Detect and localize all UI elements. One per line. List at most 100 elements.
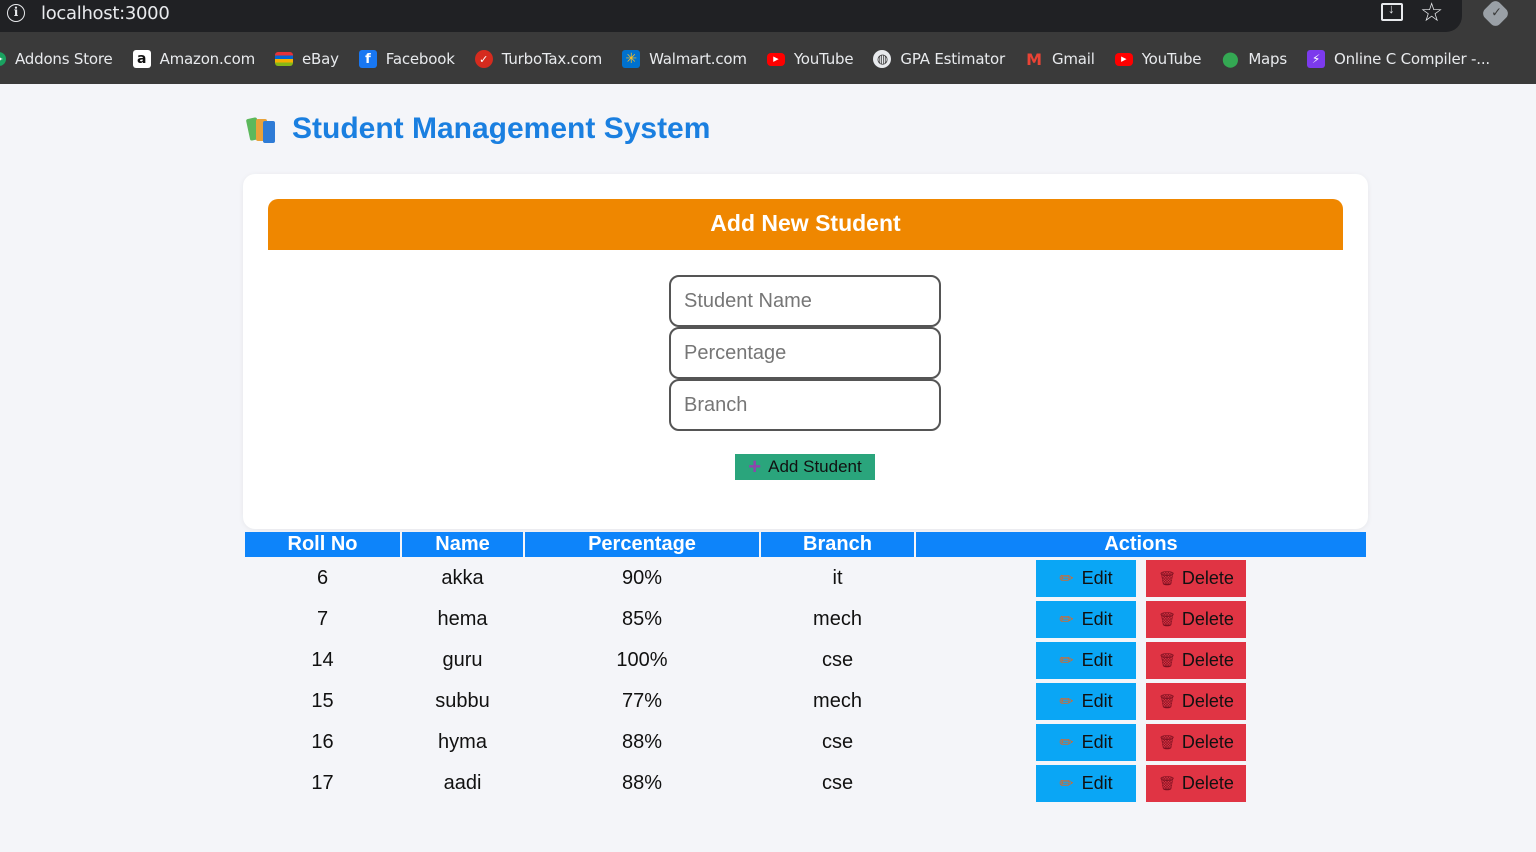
pencil-icon: ✏ bbox=[1059, 732, 1074, 752]
branch-input[interactable] bbox=[669, 379, 941, 431]
globe-icon: ◍ bbox=[873, 50, 892, 68]
percentage-input[interactable] bbox=[669, 327, 941, 379]
cell-actions: ✏ Edit 🗑 Delete bbox=[916, 723, 1366, 762]
pencil-icon: ✏ bbox=[1059, 568, 1074, 588]
edit-button[interactable]: ✏ Edit bbox=[1036, 601, 1136, 638]
bookmark-label: Maps bbox=[1248, 50, 1287, 68]
delete-button[interactable]: 🗑 Delete bbox=[1146, 601, 1246, 638]
cell-name: subbu bbox=[435, 690, 490, 712]
bookmark-youtube-1[interactable]: ▶ YouTube bbox=[766, 50, 854, 68]
add-student-button[interactable]: + Add Student bbox=[735, 454, 875, 480]
bookmark-label: YouTube bbox=[1141, 50, 1202, 68]
gmail-icon: M bbox=[1026, 49, 1042, 69]
column-header-name: Name bbox=[402, 532, 523, 557]
edit-label: Edit bbox=[1081, 609, 1113, 629]
edit-button[interactable]: ✏ Edit bbox=[1036, 765, 1136, 802]
bookmark-label: TurboTax.com bbox=[501, 50, 603, 68]
column-header-actions: Actions bbox=[916, 532, 1366, 557]
cell-name: aadi bbox=[443, 772, 482, 794]
delete-label: Delete bbox=[1181, 773, 1234, 793]
cell-actions: ✏ Edit 🗑 Delete bbox=[916, 559, 1366, 598]
column-header-branch: Branch bbox=[761, 532, 914, 557]
bookmark-label: Gmail bbox=[1051, 50, 1095, 68]
cell-branch: cse bbox=[821, 649, 854, 671]
cell-branch: cse bbox=[821, 731, 854, 753]
page-header: Student Management System bbox=[245, 112, 711, 146]
bookmark-walmart[interactable]: ✳ Walmart.com bbox=[622, 50, 747, 68]
cell-name: akka bbox=[441, 567, 484, 589]
plus-icon: + bbox=[748, 454, 762, 479]
delete-label: Delete bbox=[1181, 650, 1234, 670]
delete-label: Delete bbox=[1181, 568, 1234, 588]
bookmark-gpa-estimator[interactable]: ◍ GPA Estimator bbox=[873, 50, 1005, 68]
bookmark-ebay[interactable]: eBay bbox=[275, 50, 339, 68]
edit-label: Edit bbox=[1081, 732, 1113, 752]
cell-roll: 14 bbox=[311, 649, 334, 671]
column-header-roll-no: Roll No bbox=[245, 532, 400, 557]
table-row: 17 aadi 88% cse ✏ Edit 🗑 Delete bbox=[245, 764, 1366, 803]
delete-button[interactable]: 🗑 Delete bbox=[1146, 724, 1246, 761]
bookmark-turbotax[interactable]: ✓ TurboTax.com bbox=[474, 50, 603, 68]
cell-roll: 7 bbox=[316, 608, 329, 630]
trash-icon: 🗑 bbox=[1158, 652, 1176, 668]
delete-button[interactable]: 🗑 Delete bbox=[1146, 765, 1246, 802]
edit-label: Edit bbox=[1081, 773, 1113, 793]
youtube-icon: ▶ bbox=[766, 52, 785, 66]
bookmark-gmail[interactable]: M Gmail bbox=[1025, 49, 1095, 69]
address-bar[interactable]: i localhost:3000 bbox=[0, 0, 1462, 32]
maps-icon: ⬤ bbox=[1222, 50, 1239, 68]
install-app-icon[interactable] bbox=[1381, 1, 1403, 21]
table-row: 6 akka 90% it ✏ Edit 🗑 Delete bbox=[245, 559, 1366, 598]
pencil-icon: ✏ bbox=[1059, 773, 1074, 793]
extension-icon[interactable] bbox=[1480, 0, 1511, 29]
students-table: Roll No Name Percentage Branch Actions 6… bbox=[243, 530, 1368, 805]
addons-store-icon: ✦ bbox=[0, 52, 6, 66]
page-title: Student Management System bbox=[292, 112, 711, 145]
delete-button[interactable]: 🗑 Delete bbox=[1146, 683, 1246, 720]
cell-actions: ✏ Edit 🗑 Delete bbox=[916, 682, 1366, 721]
bookmark-online-c-compiler[interactable]: ⚡ Online C Compiler -... bbox=[1306, 50, 1490, 68]
bookmark-label: Facebook bbox=[385, 50, 455, 68]
bookmark-star-icon[interactable]: ☆ bbox=[1420, 0, 1443, 25]
add-student-header: Add New Student bbox=[268, 199, 1343, 250]
browser-chrome: i localhost:3000 ☆ ✦ Addons Store a Amaz… bbox=[0, 0, 1536, 84]
compiler-icon: ⚡ bbox=[1306, 50, 1325, 68]
table-row: 15 subbu 77% mech ✏ Edit 🗑 Delete bbox=[245, 682, 1366, 721]
info-icon[interactable]: i bbox=[7, 4, 25, 22]
bookmark-label: Addons Store bbox=[15, 50, 113, 68]
column-header-percentage: Percentage bbox=[525, 532, 759, 557]
bookmark-label: GPA Estimator bbox=[900, 50, 1005, 68]
cell-roll: 15 bbox=[311, 690, 334, 712]
bookmark-label: YouTube bbox=[793, 50, 854, 68]
bookmark-youtube-2[interactable]: ▶ YouTube bbox=[1114, 50, 1202, 68]
cell-name: hema bbox=[437, 608, 488, 630]
cell-percentage: 90% bbox=[621, 567, 663, 589]
bookmark-maps[interactable]: ⬤ Maps bbox=[1221, 50, 1287, 68]
bookmark-label: Walmart.com bbox=[649, 50, 747, 68]
bookmark-amazon[interactable]: a Amazon.com bbox=[132, 50, 256, 68]
edit-button[interactable]: ✏ Edit bbox=[1036, 560, 1136, 597]
url-text[interactable]: localhost:3000 bbox=[41, 3, 170, 24]
bookmark-facebook[interactable]: f Facebook bbox=[358, 50, 455, 68]
table-body: 6 akka 90% it ✏ Edit 🗑 Delete 7 hema 85% m… bbox=[245, 559, 1366, 803]
edit-button[interactable]: ✏ Edit bbox=[1036, 683, 1136, 720]
bookmark-addons-store[interactable]: ✦ Addons Store bbox=[0, 50, 113, 68]
bookmark-label: Amazon.com bbox=[159, 50, 256, 68]
bookmark-label: Online C Compiler -... bbox=[1333, 50, 1490, 68]
trash-icon: 🗑 bbox=[1158, 775, 1176, 791]
add-student-label: Add Student bbox=[768, 457, 862, 476]
cell-roll: 6 bbox=[316, 567, 329, 589]
trash-icon: 🗑 bbox=[1158, 734, 1176, 750]
table-header-row: Roll No Name Percentage Branch Actions bbox=[245, 532, 1366, 557]
turbotax-icon: ✓ bbox=[474, 50, 493, 68]
delete-button[interactable]: 🗑 Delete bbox=[1146, 560, 1246, 597]
table-row: 16 hyma 88% cse ✏ Edit 🗑 Delete bbox=[245, 723, 1366, 762]
delete-button[interactable]: 🗑 Delete bbox=[1146, 642, 1246, 679]
edit-button[interactable]: ✏ Edit bbox=[1036, 642, 1136, 679]
edit-button[interactable]: ✏ Edit bbox=[1036, 724, 1136, 761]
student-name-input[interactable] bbox=[669, 275, 941, 327]
table-row: 7 hema 85% mech ✏ Edit 🗑 Delete bbox=[245, 600, 1366, 639]
table-row: 14 guru 100% cse ✏ Edit 🗑 Delete bbox=[245, 641, 1366, 680]
cell-roll: 17 bbox=[311, 772, 334, 794]
trash-icon: 🗑 bbox=[1158, 570, 1176, 586]
